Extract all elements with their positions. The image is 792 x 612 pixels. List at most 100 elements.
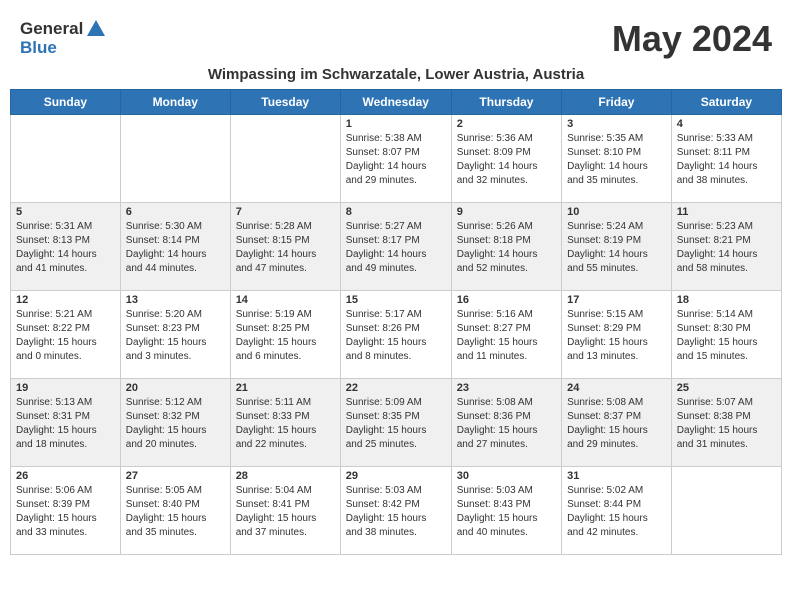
calendar-day-cell: 20Sunrise: 5:12 AM Sunset: 8:32 PM Dayli… <box>120 379 230 467</box>
day-of-week-header: Sunday <box>11 90 121 115</box>
calendar-day-cell: 23 Sunrise: 5:08 AM Sunset: 8:36 PM Dayli… <box>451 379 561 467</box>
calendar-day-cell: 27 Sunrise: 5:05 AM Sunset: 8:40 PM Dayli… <box>120 467 230 555</box>
logo-icon <box>85 18 107 40</box>
day-info: Sunrise: 5:24 AM Sunset: 8:19 PM Dayligh… <box>567 220 666 276</box>
day-of-week-header: Monday <box>120 90 230 115</box>
day-info: Sunrise: 5:03 AM Sunset: 8:42 PM Dayligh… <box>346 484 446 540</box>
day-of-week-header: Saturday <box>671 90 781 115</box>
day-number: 23 <box>457 382 556 394</box>
day-number: 16 <box>457 294 556 306</box>
day-info: Sunrise: 5:36 AM Sunset: 8:09 PM Dayligh… <box>457 132 556 188</box>
day-number: 1 <box>346 118 446 130</box>
day-info: Sunrise: 5:11 AM Sunset: 8:33 PM Dayligh… <box>236 396 335 452</box>
calendar-day-cell: 17 Sunrise: 5:15 AM Sunset: 8:29 PM Dayli… <box>562 291 672 379</box>
subtitle: Wimpassing im Schwarzatale, Lower Austri… <box>10 64 782 89</box>
calendar-day-cell: 13Sunrise: 5:20 AM Sunset: 8:23 PM Dayli… <box>120 291 230 379</box>
calendar-day-cell: 25 Sunrise: 5:07 AM Sunset: 8:38 PM Dayli… <box>671 379 781 467</box>
day-number: 29 <box>346 470 446 482</box>
day-info: Sunrise: 5:21 AM Sunset: 8:22 PM Dayligh… <box>16 308 115 364</box>
day-info: Sunrise: 5:02 AM Sunset: 8:44 PM Dayligh… <box>567 484 666 540</box>
day-number: 24 <box>567 382 666 394</box>
day-number: 25 <box>677 382 776 394</box>
day-number: 15 <box>346 294 446 306</box>
day-info: Sunrise: 5:06 AM Sunset: 8:39 PM Dayligh… <box>16 484 115 540</box>
calendar-day-cell: 6Sunrise: 5:30 AM Sunset: 8:14 PM Daylig… <box>120 203 230 291</box>
day-info: Sunrise: 5:07 AM Sunset: 8:38 PM Dayligh… <box>677 396 776 452</box>
day-of-week-header: Wednesday <box>340 90 451 115</box>
calendar-day-cell: 31 Sunrise: 5:02 AM Sunset: 8:44 PM Dayli… <box>562 467 672 555</box>
day-number: 20 <box>126 382 225 394</box>
day-info: Sunrise: 5:20 AM Sunset: 8:23 PM Dayligh… <box>126 308 225 364</box>
day-info: Sunrise: 5:03 AM Sunset: 8:43 PM Dayligh… <box>457 484 556 540</box>
calendar-day-cell: 18Sunrise: 5:14 AM Sunset: 8:30 PM Dayli… <box>671 291 781 379</box>
day-info: Sunrise: 5:30 AM Sunset: 8:14 PM Dayligh… <box>126 220 225 276</box>
calendar-day-cell: 19Sunrise: 5:13 AM Sunset: 8:31 PM Dayli… <box>11 379 121 467</box>
day-number: 30 <box>457 470 556 482</box>
day-number: 27 <box>126 470 225 482</box>
day-info: Sunrise: 5:23 AM Sunset: 8:21 PM Dayligh… <box>677 220 776 276</box>
day-info: Sunrise: 5:08 AM Sunset: 8:37 PM Dayligh… <box>567 396 666 452</box>
calendar-day-cell: 12 Sunrise: 5:21 AM Sunset: 8:22 PM Dayli… <box>11 291 121 379</box>
day-number: 14 <box>236 294 335 306</box>
day-number: 26 <box>16 470 115 482</box>
calendar-day-cell: 8 Sunrise: 5:27 AM Sunset: 8:17 PM Daylig… <box>340 203 451 291</box>
day-info: Sunrise: 5:31 AM Sunset: 8:13 PM Dayligh… <box>16 220 115 276</box>
calendar-day-cell: 29 Sunrise: 5:03 AM Sunset: 8:42 PM Dayli… <box>340 467 451 555</box>
calendar-day-cell: 2 Sunrise: 5:36 AM Sunset: 8:09 PM Daylig… <box>451 115 561 203</box>
calendar-day-cell: 3 Sunrise: 5:35 AM Sunset: 8:10 PM Daylig… <box>562 115 672 203</box>
calendar-table: SundayMondayTuesdayWednesdayThursdayFrid… <box>10 89 782 555</box>
calendar-day-cell: 24 Sunrise: 5:08 AM Sunset: 8:37 PM Dayli… <box>562 379 672 467</box>
day-number: 12 <box>16 294 115 306</box>
day-number: 28 <box>236 470 335 482</box>
calendar-week-row: 5Sunrise: 5:31 AM Sunset: 8:13 PM Daylig… <box>11 203 782 291</box>
calendar-week-row: 1 Sunrise: 5:38 AM Sunset: 8:07 PM Daylig… <box>11 115 782 203</box>
calendar-day-cell: 9Sunrise: 5:26 AM Sunset: 8:18 PM Daylig… <box>451 203 561 291</box>
calendar-day-cell <box>11 115 121 203</box>
day-info: Sunrise: 5:17 AM Sunset: 8:26 PM Dayligh… <box>346 308 446 364</box>
day-number: 21 <box>236 382 335 394</box>
day-of-week-header: Tuesday <box>230 90 340 115</box>
day-info: Sunrise: 5:27 AM Sunset: 8:17 PM Dayligh… <box>346 220 446 276</box>
day-info: Sunrise: 5:14 AM Sunset: 8:30 PM Dayligh… <box>677 308 776 364</box>
day-of-week-header: Friday <box>562 90 672 115</box>
day-info: Sunrise: 5:16 AM Sunset: 8:27 PM Dayligh… <box>457 308 556 364</box>
calendar-day-cell: 11Sunrise: 5:23 AM Sunset: 8:21 PM Dayli… <box>671 203 781 291</box>
calendar-day-cell <box>671 467 781 555</box>
calendar-day-cell: 16 Sunrise: 5:16 AM Sunset: 8:27 PM Dayli… <box>451 291 561 379</box>
calendar-day-cell: 14Sunrise: 5:19 AM Sunset: 8:25 PM Dayli… <box>230 291 340 379</box>
day-number: 22 <box>346 382 446 394</box>
calendar-week-row: 19Sunrise: 5:13 AM Sunset: 8:31 PM Dayli… <box>11 379 782 467</box>
calendar-day-cell: 28 Sunrise: 5:04 AM Sunset: 8:41 PM Dayli… <box>230 467 340 555</box>
calendar-day-cell: 26 Sunrise: 5:06 AM Sunset: 8:39 PM Dayli… <box>11 467 121 555</box>
day-info: Sunrise: 5:38 AM Sunset: 8:07 PM Dayligh… <box>346 132 446 188</box>
calendar-week-row: 26 Sunrise: 5:06 AM Sunset: 8:39 PM Dayli… <box>11 467 782 555</box>
day-number: 19 <box>16 382 115 394</box>
calendar-day-cell: 22 Sunrise: 5:09 AM Sunset: 8:35 PM Dayli… <box>340 379 451 467</box>
logo-blue-text: Blue <box>20 38 57 58</box>
calendar-day-cell: 5Sunrise: 5:31 AM Sunset: 8:13 PM Daylig… <box>11 203 121 291</box>
logo: General Blue <box>20 18 107 58</box>
day-info: Sunrise: 5:15 AM Sunset: 8:29 PM Dayligh… <box>567 308 666 364</box>
calendar-day-cell: 10Sunrise: 5:24 AM Sunset: 8:19 PM Dayli… <box>562 203 672 291</box>
month-title: May 2024 <box>612 18 772 60</box>
day-info: Sunrise: 5:35 AM Sunset: 8:10 PM Dayligh… <box>567 132 666 188</box>
day-number: 2 <box>457 118 556 130</box>
day-number: 4 <box>677 118 776 130</box>
calendar-day-cell <box>120 115 230 203</box>
logo-general-text: General <box>20 19 83 39</box>
calendar-header-row: SundayMondayTuesdayWednesdayThursdayFrid… <box>11 90 782 115</box>
calendar-day-cell: 30 Sunrise: 5:03 AM Sunset: 8:43 PM Dayli… <box>451 467 561 555</box>
calendar-day-cell <box>230 115 340 203</box>
calendar-day-cell: 7Sunrise: 5:28 AM Sunset: 8:15 PM Daylig… <box>230 203 340 291</box>
day-number: 3 <box>567 118 666 130</box>
day-info: Sunrise: 5:04 AM Sunset: 8:41 PM Dayligh… <box>236 484 335 540</box>
calendar-day-cell: 15 Sunrise: 5:17 AM Sunset: 8:26 PM Dayli… <box>340 291 451 379</box>
day-info: Sunrise: 5:09 AM Sunset: 8:35 PM Dayligh… <box>346 396 446 452</box>
day-number: 8 <box>346 206 446 218</box>
day-info: Sunrise: 5:08 AM Sunset: 8:36 PM Dayligh… <box>457 396 556 452</box>
day-of-week-header: Thursday <box>451 90 561 115</box>
day-info: Sunrise: 5:05 AM Sunset: 8:40 PM Dayligh… <box>126 484 225 540</box>
page-header: General Blue May 2024 <box>10 10 782 64</box>
day-number: 17 <box>567 294 666 306</box>
day-number: 31 <box>567 470 666 482</box>
